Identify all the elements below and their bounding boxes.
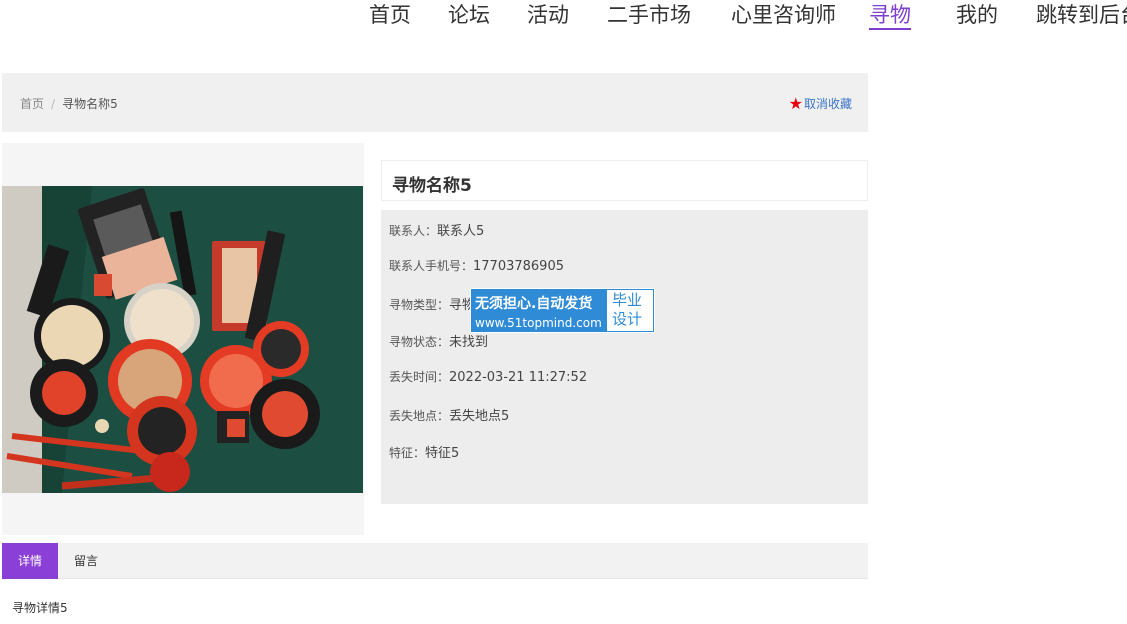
- item-title: 寻物名称5: [392, 176, 472, 196]
- watermark-tag: 毕业 设计: [607, 290, 653, 331]
- field-feature-label: 特征：: [389, 446, 426, 460]
- field-lost-place-label: 丢失地点：: [389, 409, 450, 423]
- item-photo: [2, 186, 363, 493]
- nav-item-lost-found-label: 寻物: [869, 3, 911, 27]
- item-title-box: 寻物名称5: [381, 160, 868, 201]
- detail-content: 寻物详情5: [2, 580, 868, 624]
- field-lost-place: 丢失地点：丢失地点5: [389, 405, 509, 424]
- nav-item-forum[interactable]: 论坛: [448, 1, 490, 29]
- breadcrumb-current: 寻物名称5: [62, 97, 118, 111]
- field-feature-value: 特征5: [425, 446, 460, 461]
- top-nav: 首页 论坛 活动 二手市场 心里咨询师 寻物 我的 跳转到后台: [0, 0, 1127, 40]
- field-status: 寻物状态：未找到: [389, 331, 488, 350]
- image-panel: [2, 143, 364, 535]
- field-phone-label: 联系人手机号：: [389, 259, 474, 273]
- field-type-label: 寻物类型：: [389, 298, 450, 312]
- breadcrumb: 首页 / 寻物名称5: [20, 95, 118, 112]
- nav-item-activity[interactable]: 活动: [527, 1, 569, 29]
- active-underline: [869, 28, 911, 30]
- watermark-line1: 无须担心.自动发货: [475, 296, 593, 312]
- unfavorite-label: 取消收藏: [803, 97, 852, 111]
- unfavorite-button[interactable]: ★取消收藏: [789, 94, 852, 113]
- field-contact-value: 联系人5: [437, 224, 485, 239]
- nav-item-second-hand-market[interactable]: 二手市场: [607, 1, 691, 29]
- nav-item-mine[interactable]: 我的: [956, 1, 998, 29]
- detail-tabs: 详情 留言: [2, 543, 868, 579]
- nav-item-lost-found[interactable]: 寻物: [869, 1, 911, 30]
- field-feature: 特征：特征5: [389, 442, 459, 461]
- watermark-line2: www.51topmind.com: [475, 316, 602, 330]
- breadcrumb-bar: 首页 / 寻物名称5 ★取消收藏: [2, 73, 868, 132]
- tab-messages[interactable]: 留言: [58, 543, 114, 579]
- watermark-tag-line2: 设计: [612, 310, 643, 328]
- field-contact-label: 联系人：: [389, 224, 438, 238]
- nav-item-home[interactable]: 首页: [369, 1, 411, 29]
- field-lost-time-value: 2022-03-21 11:27:52: [449, 370, 588, 385]
- detail-text: 寻物详情5: [12, 601, 68, 615]
- breadcrumb-home[interactable]: 首页: [20, 97, 44, 111]
- breadcrumb-separator: /: [51, 97, 56, 111]
- field-phone-value: 17703786905: [473, 259, 564, 274]
- nav-item-counselor[interactable]: 心里咨询师: [731, 1, 836, 29]
- field-lost-time: 丢失时间：2022-03-21 11:27:52: [389, 368, 587, 385]
- field-lost-time-label: 丢失时间：: [389, 370, 450, 384]
- field-phone: 联系人手机号：17703786905: [389, 257, 564, 274]
- watermark-badge: 无须担心.自动发货 www.51topmind.com 毕业 设计: [470, 288, 655, 333]
- item-info-panel: 联系人：联系人5 联系人手机号：17703786905 寻物类型：寻物类型5 寻…: [381, 210, 868, 504]
- field-lost-place-value: 丢失地点5: [449, 409, 510, 424]
- nav-item-admin[interactable]: 跳转到后台: [1036, 1, 1127, 29]
- field-contact: 联系人：联系人5: [389, 220, 484, 239]
- star-icon: ★: [788, 94, 803, 113]
- watermark-tag-line1: 毕业: [612, 291, 643, 309]
- field-status-label: 寻物状态：: [389, 335, 450, 349]
- tab-details[interactable]: 详情: [2, 543, 59, 579]
- field-status-value: 未找到: [449, 335, 489, 350]
- cosmetics-photo-icon: [2, 186, 363, 493]
